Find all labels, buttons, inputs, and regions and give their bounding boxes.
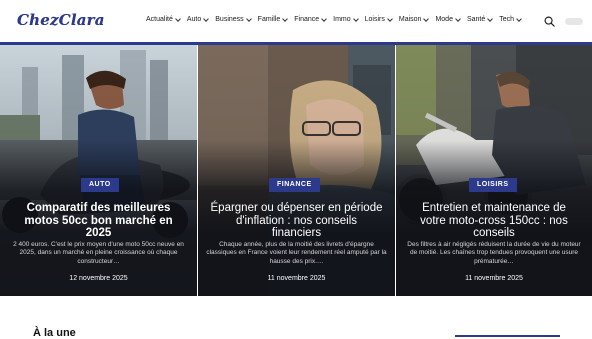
chevron-down-icon [352,15,359,22]
category-badge[interactable]: AUTO [81,178,119,192]
article-excerpt: Des filtres à air négligés réduisent la … [407,241,581,265]
article-excerpt: Chaque année, plus de la moitié des livr… [206,241,387,265]
site-logo[interactable]: ChezClara [17,11,105,29]
chevron-down-icon [282,15,289,22]
search-icon[interactable] [544,16,555,27]
nav-item-famille[interactable]: Famille [257,15,289,23]
article-date: 11 novembre 2025 [465,275,523,282]
chevron-down-icon [516,15,522,22]
chevron-down-icon [487,15,494,22]
nav-item-label: Loisirs [364,16,385,23]
nav-item-actualite[interactable]: Actualité [146,15,181,23]
nav-item-immo[interactable]: Immo [333,15,359,23]
chevron-down-icon [423,15,430,22]
nav-item-label: Actualité [146,16,173,23]
dark-mode-toggle[interactable] [565,18,583,25]
nav-item-label: Tech [499,16,515,23]
nav-item-label: Famille [257,16,281,23]
category-badge[interactable]: FINANCE [269,178,320,192]
nav-item-label: Mode [435,16,453,23]
nav-item-label: Auto [186,16,202,23]
chevron-down-icon [455,15,461,22]
category-badge[interactable]: LOISIRS [469,178,517,192]
nav-item-label: Immo [333,16,351,23]
article-card[interactable]: AUTO Comparatif des meilleures motos 50c… [0,45,197,296]
featured-articles: AUTO Comparatif des meilleures motos 50c… [0,45,592,296]
nav-item-tech[interactable]: Tech [499,15,522,23]
article-excerpt: 2 400 euros. C'est le prix moyen d'une m… [13,241,184,265]
nav-item-label: Finance [294,16,320,23]
nav-item-mode[interactable]: Mode [435,15,461,23]
main-nav: Actualité Auto Business Famille Finance … [146,15,528,23]
chevron-down-icon [203,15,210,22]
nav-item-sante[interactable]: Santé [466,15,494,23]
nav-item-loisirs[interactable]: Loisirs [364,15,393,23]
nav-item-business[interactable]: Business [215,15,252,23]
chevron-down-icon [321,15,327,22]
nav-item-maison[interactable]: Maison [398,15,430,23]
article-card[interactable]: FINANCE Épargner ou dépenser en période … [198,45,395,296]
article-date: 11 novembre 2025 [267,275,326,282]
chevron-down-icon [245,15,252,22]
article-card[interactable]: LOISIRS Entretien et maintenance de votr… [396,45,592,296]
section-title: À la une [33,327,76,339]
nav-item-auto[interactable]: Auto [186,15,210,23]
chevron-down-icon [175,15,181,22]
nav-item-label: Maison [398,16,422,23]
nav-item-label: Business [215,16,244,23]
section-header: À la une [0,296,592,339]
nav-item-label: Santé [466,16,486,23]
article-title[interactable]: Épargner ou dépenser en période d'inflat… [210,202,383,240]
site-header: ChezClara Actualité Auto Business Famill… [0,0,592,42]
nav-item-finance[interactable]: Finance [294,15,327,23]
article-title[interactable]: Entretien et maintenance de votre moto-c… [408,202,580,240]
chevron-down-icon [387,15,393,22]
article-date: 12 novembre 2025 [69,275,128,282]
article-title[interactable]: Comparatif des meilleures motos 50cc bon… [12,202,185,240]
